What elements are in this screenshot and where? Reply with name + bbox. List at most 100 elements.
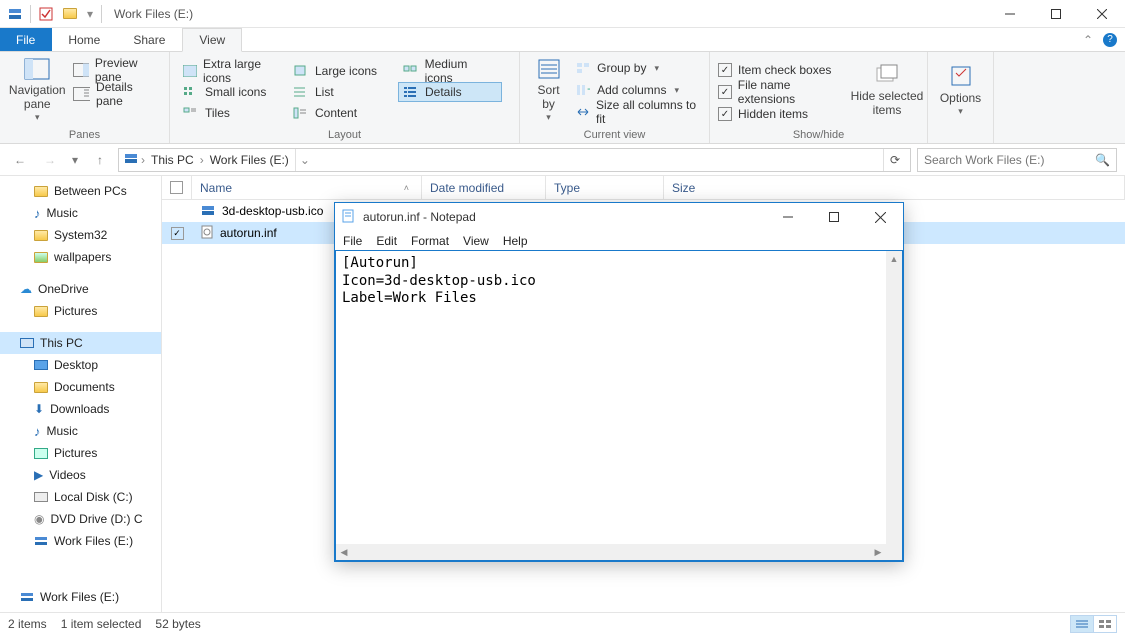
notepad-menu-help[interactable]: Help bbox=[503, 234, 528, 248]
col-name[interactable]: Name˄ bbox=[192, 176, 422, 199]
address-dropdown-icon[interactable]: ⌄ bbox=[295, 149, 314, 171]
notepad-menu-view[interactable]: View bbox=[463, 234, 489, 248]
tree-od-pictures[interactable]: Pictures bbox=[0, 300, 161, 322]
ico-file-icon bbox=[200, 203, 216, 220]
layout-details[interactable]: Details bbox=[398, 82, 502, 102]
window-title: Work Files (E:) bbox=[108, 7, 193, 21]
recent-dropdown[interactable]: ▾ bbox=[68, 148, 82, 172]
app-icon bbox=[4, 3, 26, 25]
inf-file-icon bbox=[200, 225, 214, 242]
add-columns-button[interactable]: +Add columns▾ bbox=[575, 80, 701, 100]
notepad-icon bbox=[341, 209, 357, 225]
view-details-button[interactable] bbox=[1070, 615, 1094, 633]
help-icon[interactable]: ? bbox=[1103, 33, 1117, 47]
tree-this-pc[interactable]: This PC bbox=[0, 332, 161, 354]
forward-button[interactable]: → bbox=[38, 148, 62, 172]
notepad-window[interactable]: autorun.inf - Notepad File Edit Format V… bbox=[334, 202, 904, 562]
layout-content[interactable]: Content bbox=[288, 103, 392, 123]
tree-local-c[interactable]: Local Disk (C:) bbox=[0, 486, 161, 508]
sort-icon bbox=[535, 56, 563, 82]
notepad-menu-file[interactable]: File bbox=[343, 234, 362, 248]
col-type[interactable]: Type bbox=[546, 176, 664, 199]
col-size[interactable]: Size bbox=[664, 176, 1125, 199]
crumb-this-pc[interactable]: This PC bbox=[147, 153, 198, 167]
notepad-text[interactable]: [Autorun] Icon=3d-desktop-usb.ico Label=… bbox=[336, 251, 902, 312]
close-button[interactable] bbox=[1079, 0, 1125, 28]
svg-text:+: + bbox=[587, 84, 590, 96]
status-bar: 2 items 1 item selected 52 bytes bbox=[0, 612, 1125, 634]
group-by-button[interactable]: Group by▾ bbox=[575, 58, 701, 78]
tree-wallpapers[interactable]: wallpapers bbox=[0, 246, 161, 268]
navigation-pane-button[interactable]: Navigation pane ▾ bbox=[8, 56, 67, 122]
notepad-resize-grip[interactable] bbox=[886, 544, 902, 560]
status-item-count: 2 items bbox=[8, 617, 47, 631]
size-columns-button[interactable]: Size all columns to fit bbox=[575, 102, 701, 122]
tree-videos[interactable]: ▶Videos bbox=[0, 464, 161, 486]
layout-list[interactable]: List bbox=[288, 82, 392, 102]
search-box[interactable]: 🔍 bbox=[917, 148, 1117, 172]
crumb-drive[interactable]: Work Files (E:) bbox=[206, 153, 293, 167]
layout-large[interactable]: Large icons bbox=[288, 61, 392, 81]
file-extensions-toggle[interactable]: ✓File name extensions bbox=[718, 82, 849, 102]
tree-work-e[interactable]: Work Files (E:) bbox=[0, 530, 161, 552]
tree-onedrive[interactable]: ☁OneDrive bbox=[0, 278, 161, 300]
notepad-titlebar[interactable]: autorun.inf - Notepad bbox=[335, 203, 903, 231]
notepad-editor[interactable]: [Autorun] Icon=3d-desktop-usb.ico Label=… bbox=[335, 250, 903, 561]
qat-checkbox-icon[interactable] bbox=[35, 3, 57, 25]
file-checkbox[interactable]: ✓ bbox=[171, 227, 184, 240]
address-bar-row: ← → ▾ ↑ › This PC › Work Files (E:) ⌄ ⟳ … bbox=[0, 144, 1125, 176]
tree-work-e-root[interactable]: Work Files (E:) bbox=[0, 586, 161, 608]
notepad-menu-format[interactable]: Format bbox=[411, 234, 449, 248]
file-name: autorun.inf bbox=[220, 226, 277, 240]
back-button[interactable]: ← bbox=[8, 148, 32, 172]
notepad-close-button[interactable] bbox=[857, 203, 903, 231]
status-size: 52 bytes bbox=[155, 617, 200, 631]
tree-dvd-d[interactable]: ◉DVD Drive (D:) C bbox=[0, 508, 161, 530]
preview-pane-button[interactable]: Preview pane bbox=[73, 60, 161, 80]
hide-selected-button[interactable]: Hide selected items bbox=[855, 56, 919, 122]
options-icon bbox=[947, 62, 975, 90]
tree-pictures2[interactable]: Pictures bbox=[0, 442, 161, 464]
tab-home[interactable]: Home bbox=[52, 28, 117, 51]
group-panes-label: Panes bbox=[8, 127, 161, 141]
notepad-minimize-button[interactable] bbox=[765, 203, 811, 231]
nav-tree[interactable]: Between PCs ♪Music System32 wallpapers ☁… bbox=[0, 176, 162, 612]
options-button[interactable]: Options▾ bbox=[936, 56, 985, 122]
col-checkbox[interactable] bbox=[162, 176, 192, 199]
qat-folder-icon[interactable] bbox=[59, 3, 81, 25]
details-pane-button[interactable]: Details pane bbox=[73, 84, 161, 104]
tab-share[interactable]: Share bbox=[117, 28, 182, 51]
tree-documents[interactable]: Documents bbox=[0, 376, 161, 398]
address-bar[interactable]: › This PC › Work Files (E:) ⌄ ⟳ bbox=[118, 148, 911, 172]
notepad-scrollbar-horizontal[interactable]: ◀▶ bbox=[336, 544, 886, 560]
qat-dropdown-icon[interactable]: ▾ bbox=[83, 3, 97, 25]
notepad-scrollbar-vertical[interactable]: ▲ bbox=[886, 251, 902, 544]
tab-view[interactable]: View bbox=[182, 28, 242, 52]
notepad-maximize-button[interactable] bbox=[811, 203, 857, 231]
search-input[interactable] bbox=[924, 153, 1095, 167]
refresh-button[interactable]: ⟳ bbox=[883, 149, 906, 171]
up-button[interactable]: ↑ bbox=[88, 148, 112, 172]
tree-music[interactable]: ♪Music bbox=[0, 202, 161, 224]
layout-medium[interactable]: Medium icons bbox=[398, 61, 502, 81]
tree-system32[interactable]: System32 bbox=[0, 224, 161, 246]
tree-desktop[interactable]: Desktop bbox=[0, 354, 161, 376]
item-checkboxes-toggle[interactable]: ✓Item check boxes bbox=[718, 60, 849, 80]
tree-between-pcs[interactable]: Between PCs bbox=[0, 180, 161, 202]
minimize-button[interactable] bbox=[987, 0, 1033, 28]
tree-downloads[interactable]: ⬇Downloads bbox=[0, 398, 161, 420]
layout-extra-large[interactable]: Extra large icons bbox=[178, 61, 282, 81]
sort-by-button[interactable]: Sort by▾ bbox=[528, 56, 569, 122]
layout-small[interactable]: Small icons bbox=[178, 82, 282, 102]
view-thumbnails-button[interactable] bbox=[1093, 615, 1117, 633]
layout-tiles[interactable]: Tiles bbox=[178, 103, 282, 123]
hidden-items-toggle[interactable]: ✓Hidden items bbox=[718, 104, 849, 124]
col-date[interactable]: Date modified bbox=[422, 176, 546, 199]
file-name: 3d-desktop-usb.ico bbox=[222, 204, 323, 218]
tree-music2[interactable]: ♪Music bbox=[0, 420, 161, 442]
maximize-button[interactable] bbox=[1033, 0, 1079, 28]
navigation-pane-icon bbox=[23, 56, 51, 82]
ribbon-collapse-icon[interactable]: ⌃ bbox=[1083, 33, 1093, 47]
notepad-menu-edit[interactable]: Edit bbox=[376, 234, 397, 248]
tab-file[interactable]: File bbox=[0, 28, 52, 51]
